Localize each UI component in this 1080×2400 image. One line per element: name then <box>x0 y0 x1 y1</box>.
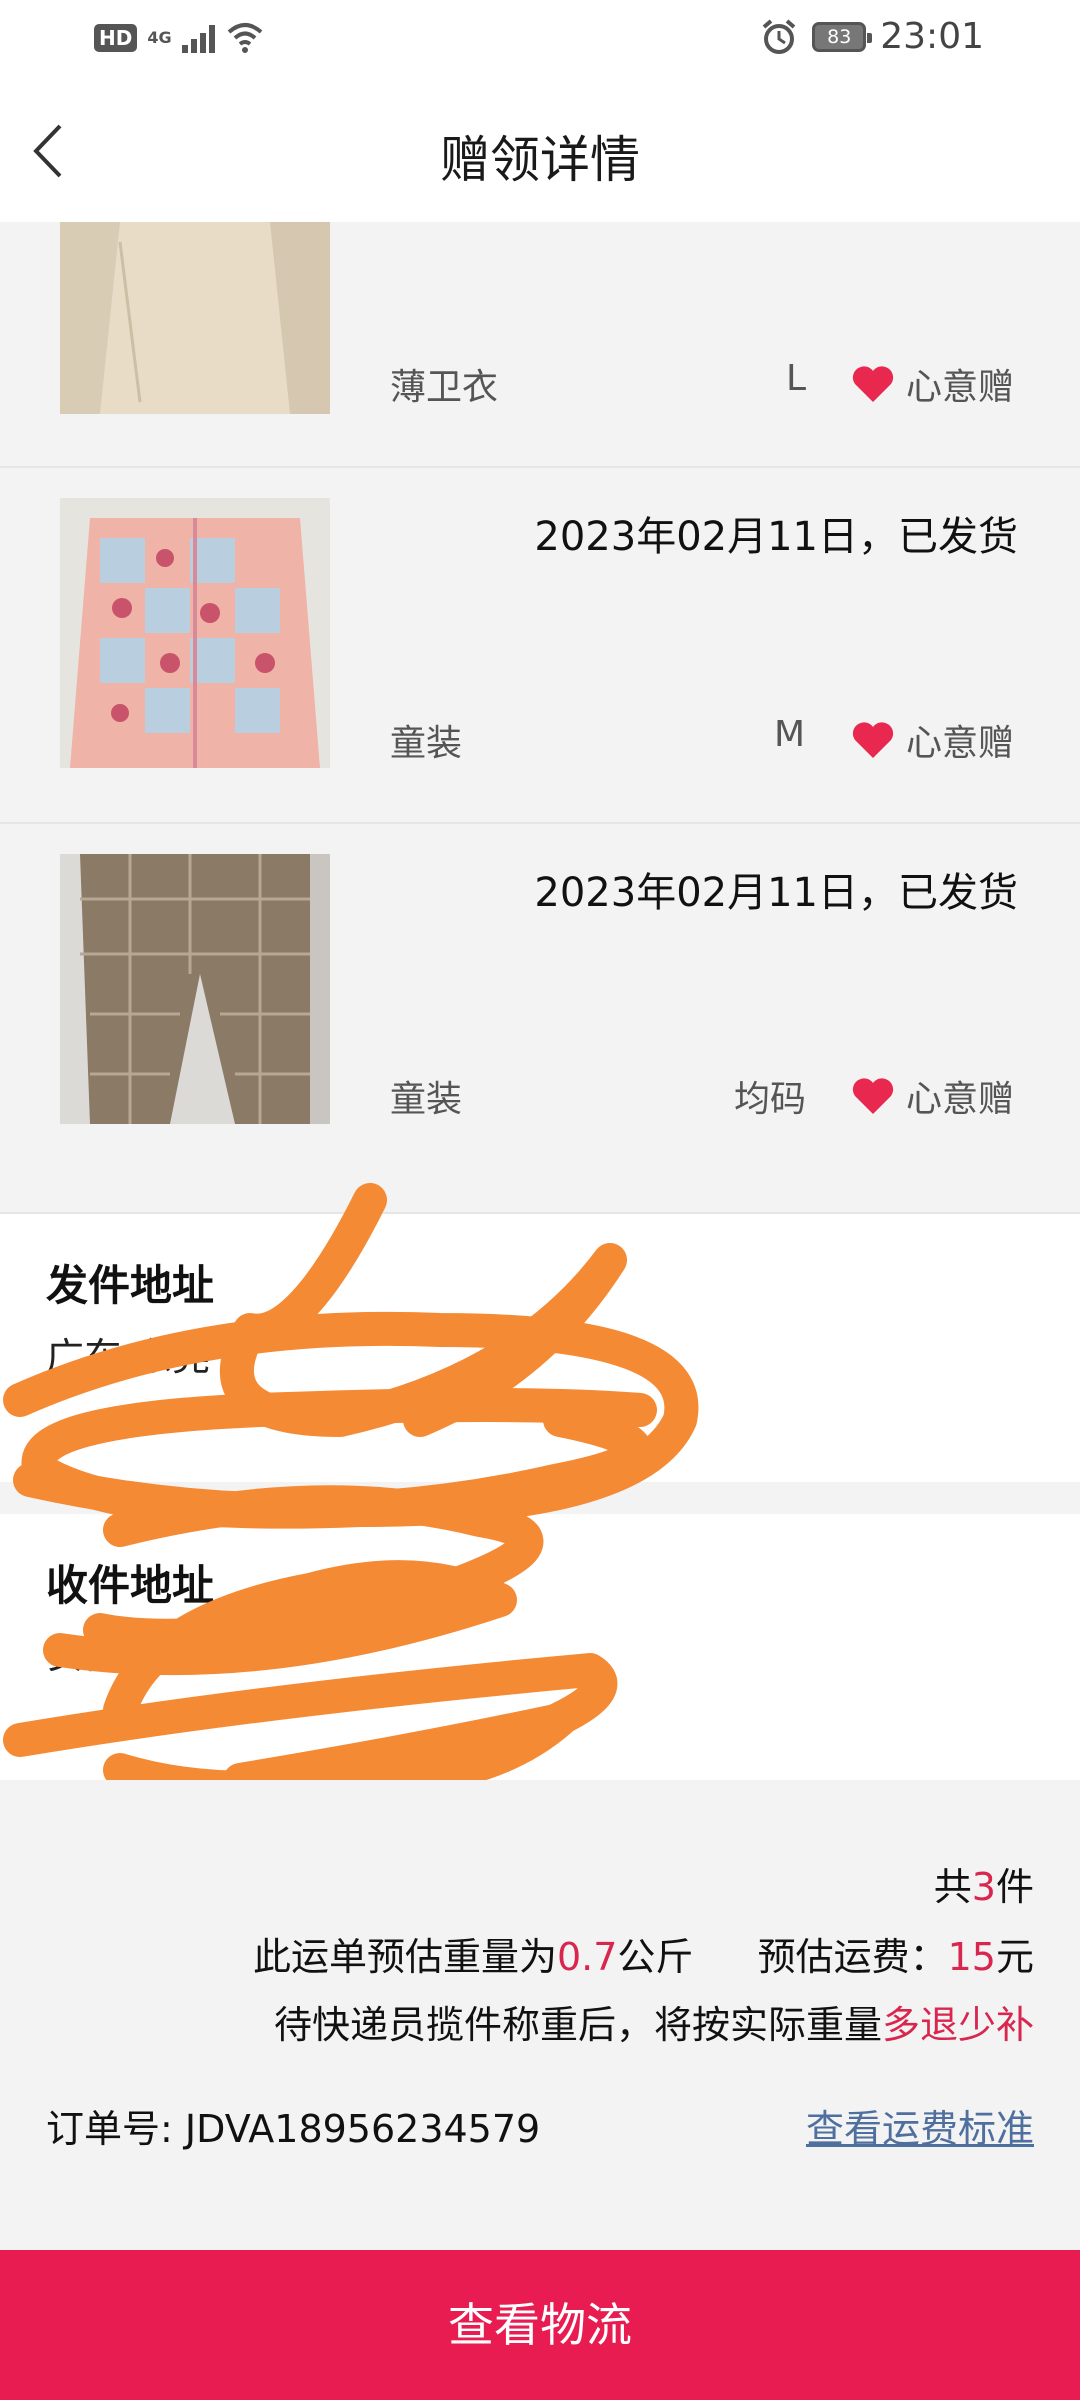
item-size: M <box>774 714 806 755</box>
receiver-address-section: 收件地址 安徽 合肥 <box>0 1514 1080 1780</box>
signal-icon <box>181 23 215 53</box>
hd-badge: HD <box>94 24 138 52</box>
item-category: 童装 <box>390 723 463 764</box>
fee-prefix: 预估运费： <box>757 1935 948 1979</box>
sender-address-section: 发件地址 广东 东莞 <box>0 1214 1080 1482</box>
item-date-status: 2023年02月11日，已发货 <box>534 514 1018 560</box>
order-summary: 共3件 此运单预估重量为0.7公斤 预估运费：15元 待快递员揽件称重后，将按实… <box>0 1780 1080 2250</box>
note-prefix: 待快递员揽件称重后，将按实际重量 <box>273 2003 882 2047</box>
order-number-line: 订单号: JDVA18956234579 <box>46 2098 540 2153</box>
receiver-address-title: 收件地址 <box>46 1561 215 1610</box>
nav-bar: 赠领详情 <box>0 80 1080 222</box>
weight-prefix: 此运单预估重量为 <box>252 1935 557 1979</box>
item-category: 童装 <box>390 1079 463 1120</box>
network-type: 4G <box>147 28 172 47</box>
item-category: 薄卫衣 <box>390 367 499 408</box>
item-thumbnail <box>60 222 330 414</box>
view-logistics-button[interactable]: 查看物流 <box>0 2250 1080 2400</box>
item-thumbnail <box>60 854 330 1124</box>
list-item[interactable]: 薄卫衣 L 心意赠 <box>0 222 1080 468</box>
count-prefix: 共 <box>933 1865 972 1909</box>
weight-value: 0.7 <box>556 1935 618 1979</box>
fee-value: 15 <box>947 1935 996 1979</box>
alarm-icon <box>762 18 796 54</box>
gift-tag: 心意赠 <box>850 358 1014 410</box>
sender-address-line: 广东 东莞 <box>46 1335 211 1379</box>
item-thumbnail <box>60 498 330 768</box>
weight-note-line: 待快递员揽件称重后，将按实际重量多退少补 <box>274 1994 1034 2049</box>
list-item[interactable]: 2023年02月11日，已发货 童装 均码 心意赠 <box>0 824 1080 1214</box>
status-left: HD 4G <box>94 18 265 58</box>
list-item[interactable]: 2023年02月11日，已发货 童装 M 心意赠 <box>0 468 1080 824</box>
heart-icon <box>852 366 894 402</box>
count-suffix: 件 <box>995 1865 1034 1909</box>
item-date-status: 2023年02月11日，已发货 <box>534 870 1018 916</box>
order-label: 订单号: <box>46 2107 173 2151</box>
fee-unit: 元 <box>995 1935 1034 1979</box>
gift-label: 心意赠 <box>905 1079 1014 1120</box>
clock: 23:01 <box>880 16 984 57</box>
status-right: 83 23:01 <box>760 16 984 57</box>
order-number: JDVA18956234579 <box>184 2107 541 2151</box>
receiver-address-line: 安徽 合肥 <box>46 1633 211 1677</box>
weight-fee-line: 此运单预估重量为0.7公斤 预估运费：15元 <box>253 1926 1034 1981</box>
weight-unit: 公斤 <box>617 1935 694 1979</box>
gift-label: 心意赠 <box>905 723 1014 764</box>
item-size: 均码 <box>734 1079 807 1120</box>
fee-standard-link[interactable]: 查看运费标准 <box>806 2098 1034 2153</box>
item-count: 3 <box>971 1865 996 1909</box>
battery-icon: 83 <box>812 21 873 52</box>
heart-icon <box>852 1078 894 1114</box>
wifi-icon <box>227 23 262 53</box>
status-bar: HD 4G 83 23:01 <box>0 0 1080 80</box>
item-size: L <box>786 358 807 399</box>
gift-label: 心意赠 <box>905 367 1014 408</box>
gift-tag: 心意赠 <box>850 714 1014 766</box>
item-count-line: 共3件 <box>934 1856 1034 1911</box>
page-title: 赠领详情 <box>440 131 640 189</box>
sender-address-title: 发件地址 <box>46 1261 215 1310</box>
gift-tag: 心意赠 <box>850 1070 1014 1122</box>
heart-icon <box>852 722 894 758</box>
note-highlight: 多退少补 <box>881 2003 1034 2047</box>
